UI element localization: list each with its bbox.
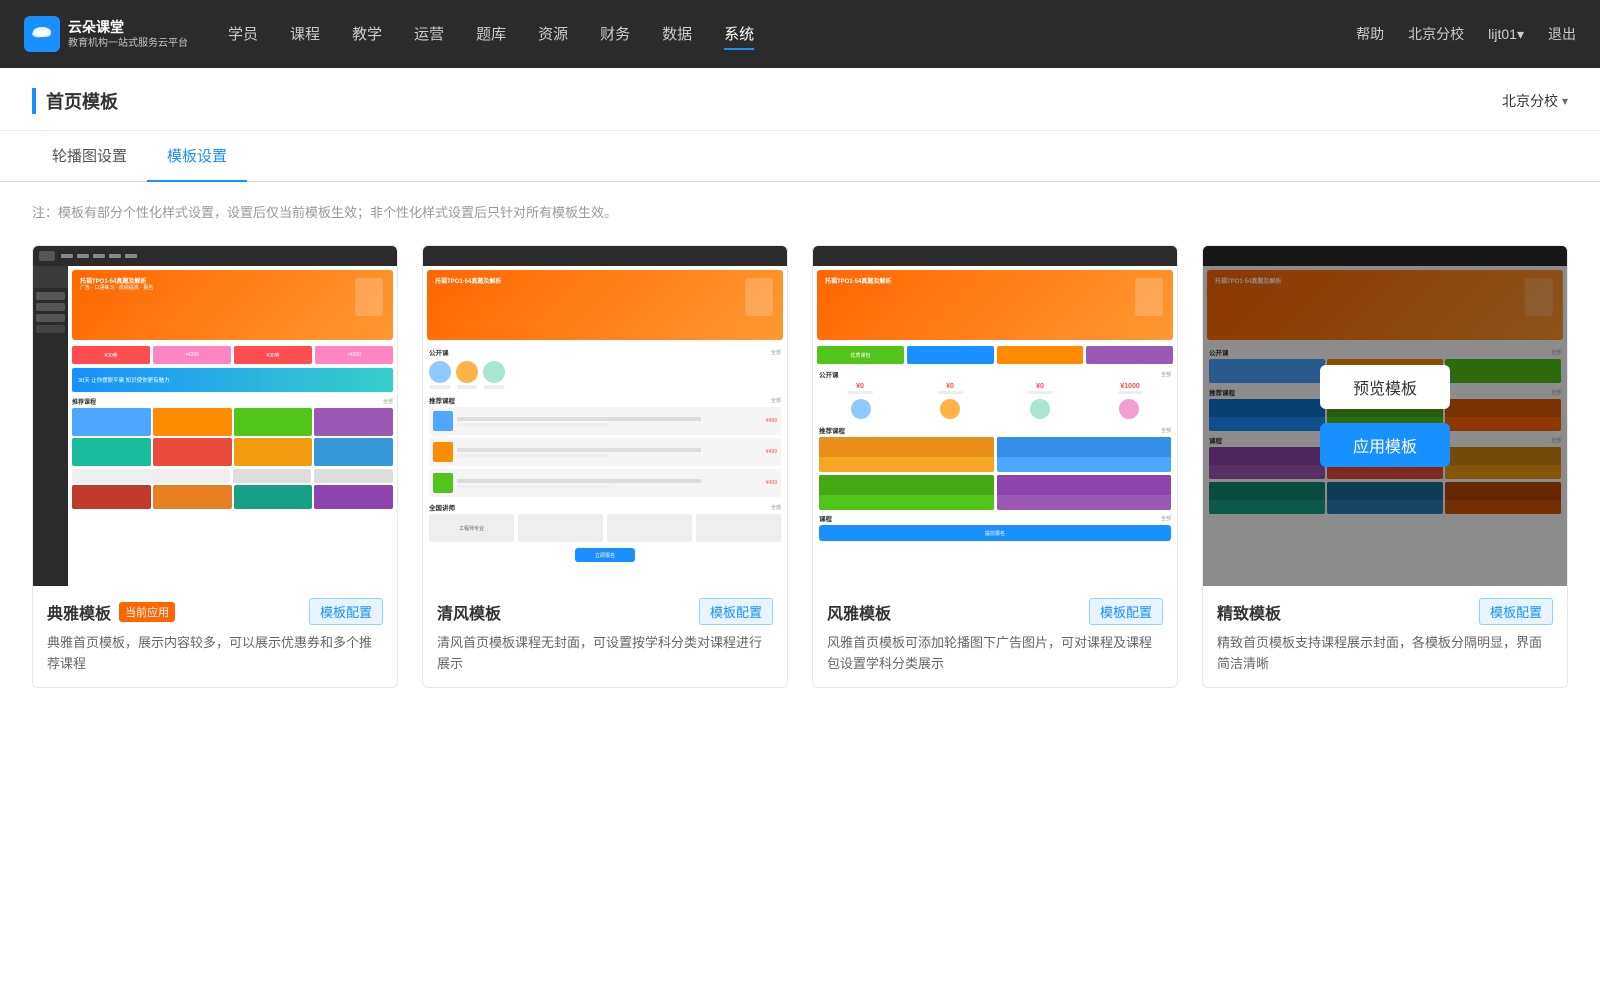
template-info-1: 典雅模板 当前应用 模板配置 典雅首页模板，展示内容较多，可以展示优惠券和多个推… [33,586,397,687]
nav-item-course[interactable]: 课程 [290,19,320,50]
config-btn-4[interactable]: 模板配置 [1479,598,1553,625]
template-card-2: 预览模板 应用模板 托福TPO1-54真题及解析 公开课全部 [422,245,788,688]
page: 首页模板 北京分校 ▾ 轮播图设置 模板设置 注：模板有部分个性化样式设置，设置… [0,68,1600,990]
nav-item-finance[interactable]: 财务 [600,19,630,50]
template-desc-1: 典雅首页模板，展示内容较多，可以展示优惠券和多个推荐课程 [47,633,383,675]
template-name-row-1: 典雅模板 当前应用 模板配置 [47,598,383,625]
page-title: 首页模板 [32,88,118,114]
nav-item-resource[interactable]: 资源 [538,19,568,50]
logout-link[interactable]: 退出 [1548,24,1576,44]
template-name-1: 典雅模板 [47,600,111,624]
nav-menu: 学员 课程 教学 运营 题库 资源 财务 数据 系统 [228,19,754,50]
template-info-2: 清风模板 模板配置 清风首页模板课程无封面，可设置按学科分类对课程进行展示 [423,586,787,687]
template-info-4: 精致模板 模板配置 精致首页模板支持课程展示封面，各模板分隔明显，界面简洁清晰 [1203,586,1567,687]
config-btn-2[interactable]: 模板配置 [699,598,773,625]
template-card-1: 预览模板 应用模板 [32,245,398,688]
template-name-4: 精致模板 [1217,600,1281,624]
template-name-3: 风雅模板 [827,600,891,624]
logo-icon [24,16,60,52]
current-badge-1: 当前应用 [119,602,175,622]
nav-item-teaching[interactable]: 教学 [352,19,382,50]
template-preview-1[interactable]: 预览模板 应用模板 [33,246,397,586]
navbar-right: 帮助 北京分校 lijt01▾ 退出 [1356,24,1576,44]
tab-template[interactable]: 模板设置 [147,131,247,182]
template-name-2: 清风模板 [437,600,501,624]
apply-btn-4[interactable]: 应用模板 [1320,423,1450,467]
help-link[interactable]: 帮助 [1356,24,1384,44]
branch-selector[interactable]: 北京分校 ▾ [1502,91,1568,111]
logo: 云朵课堂 教育机构一站式服务云平台 [24,16,188,52]
branch-dropdown-arrow: ▾ [1562,94,1568,108]
nav-item-operation[interactable]: 运营 [414,19,444,50]
nav-item-data[interactable]: 数据 [662,19,692,50]
mock-screen-2: 托福TPO1-54真题及解析 公开课全部 [423,246,787,586]
mock-screen-1: 托福TPO1-54真题及解析 广告 · 口语练习 · 成绩提高 · 报名 ¥30… [33,246,397,586]
page-header: 首页模板 北京分校 ▾ [0,68,1600,131]
tab-carousel[interactable]: 轮播图设置 [32,131,147,182]
template-card-3: 预览模板 应用模板 托福TPO1-54真题及解析 优质课包 [812,245,1178,688]
template-card-4: 预览模板 应用模板 托福TPO1-54真题及解析 公开课全部 [1202,245,1568,688]
tabs: 轮播图设置 模板设置 [0,131,1600,182]
template-grid: 预览模板 应用模板 [32,245,1568,688]
template-desc-2: 清风首页模板课程无封面，可设置按学科分类对课程进行展示 [437,633,773,675]
config-btn-1[interactable]: 模板配置 [309,598,383,625]
template-preview-3[interactable]: 预览模板 应用模板 托福TPO1-54真题及解析 优质课包 [813,246,1177,586]
preview-btn-4[interactable]: 预览模板 [1320,365,1450,409]
user-dropdown[interactable]: lijt01▾ [1488,26,1524,43]
template-desc-3: 风雅首页模板可添加轮播图下广告图片，可对课程及课程包设置学科分类展示 [827,633,1163,675]
template-preview-4[interactable]: 预览模板 应用模板 托福TPO1-54真题及解析 公开课全部 [1203,246,1567,586]
logo-text: 云朵课堂 教育机构一站式服务云平台 [68,18,188,49]
navbar-left: 云朵课堂 教育机构一站式服务云平台 学员 课程 教学 运营 题库 资源 财务 数… [24,16,754,52]
mock-screen-3: 托福TPO1-54真题及解析 优质课包 公开课全部 [813,246,1177,586]
branch-link[interactable]: 北京分校 [1408,24,1464,44]
nav-item-students[interactable]: 学员 [228,19,258,50]
template-4-overlay: 预览模板 应用模板 [1203,246,1567,586]
template-info-3: 风雅模板 模板配置 风雅首页模板可添加轮播图下广告图片，可对课程及课程包设置学科… [813,586,1177,687]
template-desc-4: 精致首页模板支持课程展示封面，各模板分隔明显，界面简洁清晰 [1217,633,1553,675]
nav-item-system[interactable]: 系统 [724,19,754,50]
config-btn-3[interactable]: 模板配置 [1089,598,1163,625]
nav-item-exam[interactable]: 题库 [476,19,506,50]
content: 注：模板有部分个性化样式设置，设置后仅当前模板生效；非个性化样式设置后只针对所有… [0,182,1600,708]
notice-text: 注：模板有部分个性化样式设置，设置后仅当前模板生效；非个性化样式设置后只针对所有… [32,202,1568,221]
navbar: 云朵课堂 教育机构一站式服务云平台 学员 课程 教学 运营 题库 资源 财务 数… [0,0,1600,68]
template-preview-2[interactable]: 预览模板 应用模板 托福TPO1-54真题及解析 公开课全部 [423,246,787,586]
